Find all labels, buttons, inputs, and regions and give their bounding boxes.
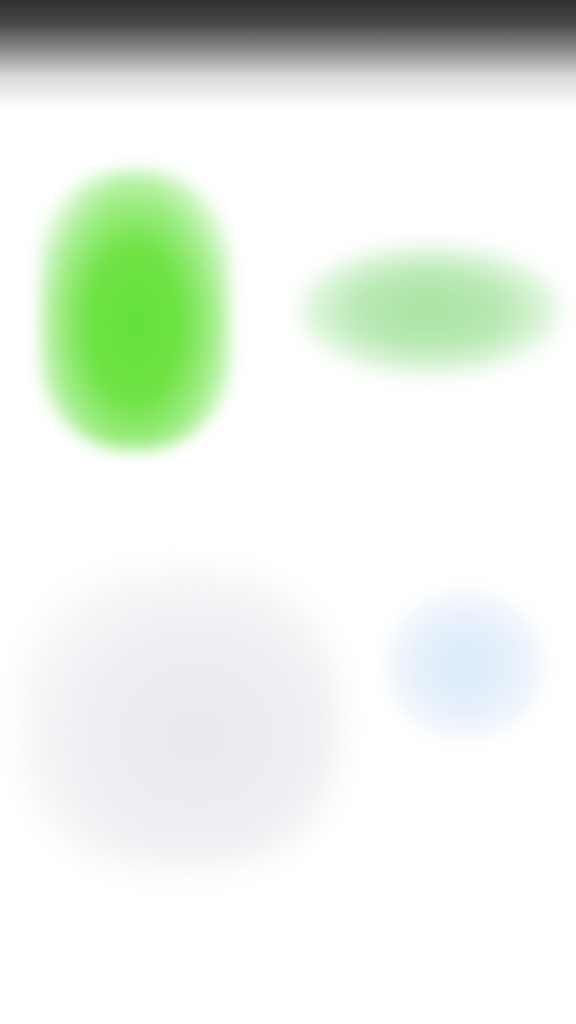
blurred-screen [0,0,576,1024]
bottom-area [0,840,576,1024]
status-bar [0,0,576,110]
green-pill[interactable] [300,245,560,375]
grey-card[interactable] [20,570,340,870]
blue-circle-button[interactable] [385,590,545,740]
green-tile[interactable] [40,170,230,450]
